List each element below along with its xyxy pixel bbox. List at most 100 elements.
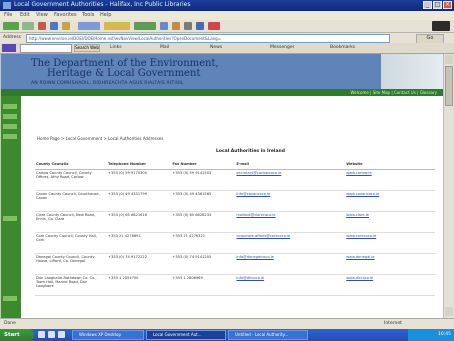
email-link[interactable]: info@donegalcoco.ie: [235, 253, 346, 275]
search-web-button[interactable]: Search Web: [74, 44, 100, 52]
quicklaunch-desktop-icon[interactable]: [48, 331, 55, 338]
menu-view[interactable]: View: [36, 12, 48, 18]
vertical-scrollbar[interactable]: [443, 54, 454, 318]
standard-toolbar: [0, 20, 454, 33]
table-row: Cork County Council, County Hall, Cork +…: [35, 232, 435, 254]
side-navigation: [1, 96, 21, 318]
refresh-icon[interactable]: [50, 22, 58, 30]
history-icon[interactable]: [160, 22, 168, 30]
minimize-button[interactable]: _: [423, 1, 432, 9]
links-item-links[interactable]: Links: [110, 45, 122, 50]
council-address: Clare County Council, New Road, Ennis, C…: [35, 211, 108, 233]
back-icon[interactable]: [3, 22, 19, 30]
discuss-icon[interactable]: [208, 22, 220, 30]
telephone-number: +353 21 4276891: [107, 232, 172, 254]
scroll-down-icon[interactable]: [445, 307, 453, 316]
side-nav-item[interactable]: [3, 114, 17, 119]
side-nav-item[interactable]: [3, 296, 17, 301]
telephone-number: +353 (0) 49 4331799: [107, 190, 172, 212]
links-item-news[interactable]: News: [210, 45, 222, 50]
telephone-number: +353 (0) 59 9170300: [107, 169, 172, 191]
fax-number: +353 (0) 74 9141205: [171, 253, 236, 275]
side-nav-item[interactable]: [3, 216, 17, 221]
council-address: Cork County Council, County Hall, Cork: [35, 232, 108, 254]
close-button[interactable]: ×: [443, 1, 452, 9]
menu-favorites[interactable]: Favorites: [54, 12, 77, 18]
column-header-telephone: Telephone Number: [107, 161, 172, 170]
side-nav-item[interactable]: [3, 124, 17, 129]
menu-edit[interactable]: Edit: [20, 12, 30, 18]
website-link[interactable]: www.dlrcoco.ie: [345, 274, 435, 296]
maximize-button[interactable]: □: [433, 1, 442, 9]
status-text: Done: [4, 321, 16, 326]
email-link[interactable]: mailbox@clarecoco.ie: [235, 211, 346, 233]
media-icon[interactable]: [134, 22, 156, 30]
side-nav-item[interactable]: [3, 134, 17, 139]
links-item-mail[interactable]: Mail: [160, 45, 169, 50]
window-titlebar[interactable]: Local Government Authorities - Halifax, …: [0, 0, 454, 11]
edit-icon[interactable]: [196, 22, 204, 30]
security-zone: Internet: [384, 321, 402, 326]
column-header-fax: Fax Number: [171, 161, 236, 170]
email-link[interactable]: secretary@carlowcoco.ie: [235, 169, 346, 191]
menu-file[interactable]: File: [4, 12, 12, 18]
website-link[interactable]: www.clare.ie: [345, 211, 435, 233]
table-row: Donegal County Council, County House, Li…: [35, 253, 435, 275]
favorites-icon[interactable]: [104, 22, 130, 30]
council-address: Dún Laoghaire-Rathdown Co. Co., Town Hal…: [35, 274, 108, 296]
scroll-up-icon[interactable]: [445, 55, 453, 64]
system-tray-clock[interactable]: 10:45: [408, 329, 454, 341]
print-icon[interactable]: [184, 22, 192, 30]
side-nav-item[interactable]: [3, 104, 17, 109]
telephone-number: +353 (0) 74 9172222: [107, 253, 172, 275]
email-link[interactable]: info@cavancoco.ie: [235, 190, 346, 212]
site-nav-bar: Welcome | Site Map | Contact Us | Glossa…: [1, 89, 443, 96]
table-row: Dún Laoghaire-Rathdown Co. Co., Town Hal…: [35, 274, 435, 296]
telephone-number: +353 1 2054700: [107, 274, 172, 296]
table-row: Carlow County Council, County Offices, A…: [35, 169, 435, 191]
window-title: Local Government Authorities - Halifax, …: [14, 1, 191, 8]
site-banner: The Department of the Environment, Herit…: [1, 54, 381, 89]
links-item-bookmarks[interactable]: Bookmarks: [330, 45, 355, 50]
breadcrumb[interactable]: Home Page > Local Government > Local Aut…: [37, 136, 163, 141]
website-link[interactable]: www.corkcoco.ie: [345, 232, 435, 254]
mail-icon[interactable]: [172, 22, 180, 30]
desktop-screen: Local Government Authorities - Halifax, …: [0, 0, 454, 341]
website-link[interactable]: www.cavancoco.ie: [345, 190, 435, 212]
links-item-messenger[interactable]: Messenger: [270, 45, 294, 50]
forward-icon[interactable]: [22, 22, 34, 30]
start-button[interactable]: Start: [0, 329, 34, 341]
scrollbar-thumb[interactable]: [445, 66, 453, 106]
search-web-input[interactable]: [20, 44, 72, 53]
ie-icon: [3, 2, 11, 9]
council-address: Cavan County Council, Courthouse, Cavan: [35, 190, 108, 212]
fax-number: +353 (0) 65 6828233: [171, 211, 236, 233]
home-icon[interactable]: [62, 22, 70, 30]
quicklaunch-ie-icon[interactable]: [38, 331, 45, 338]
site-subtitle: AN ROINN COMHSHAOIL, OIDHREACHTA AGUS RI…: [31, 81, 184, 86]
column-header-website: Website: [345, 161, 435, 170]
address-input[interactable]: http://www.environ.ie/DOEI/DOEIHome.nsf/…: [26, 34, 390, 43]
taskbar-item[interactable]: Windows XP Desktop: [72, 330, 144, 340]
menu-tools[interactable]: Tools: [82, 12, 94, 18]
search-icon[interactable]: [78, 22, 100, 30]
email-link[interactable]: info@dlrcoco.ie: [235, 274, 346, 296]
links-toolbar: Search Web Links Mail News Messenger Boo…: [0, 43, 454, 54]
site-top-links[interactable]: Welcome | Site Map | Contact Us | Glossa…: [351, 90, 438, 95]
local-authorities-table: County Councils Telephone Number Fax Num…: [35, 161, 435, 296]
table-row: Cavan County Council, Courthouse, Cavan …: [35, 190, 435, 212]
fax-number: +353 21 4276321: [171, 232, 236, 254]
taskbar-item[interactable]: Untitled - Local Authority...: [228, 330, 308, 340]
council-address: Donegal County Council, County House, Li…: [35, 253, 108, 275]
page-title: Local Authorities in Ireland: [216, 149, 285, 154]
taskbar-item[interactable]: Local Government Aut...: [146, 330, 226, 340]
website-link[interactable]: www.carlow.ie: [345, 169, 435, 191]
site-title-line2: Heritage & Local Government: [47, 68, 201, 79]
stop-icon[interactable]: [38, 22, 46, 30]
website-link[interactable]: www.donegal.ie: [345, 253, 435, 275]
menu-help[interactable]: Help: [100, 12, 111, 18]
windows-logo-icon: [432, 21, 450, 31]
email-link[interactable]: corporate.affairs@corkcoco.ie: [235, 232, 346, 254]
address-label: Address: [3, 35, 21, 40]
quicklaunch-media-icon[interactable]: [58, 331, 65, 338]
